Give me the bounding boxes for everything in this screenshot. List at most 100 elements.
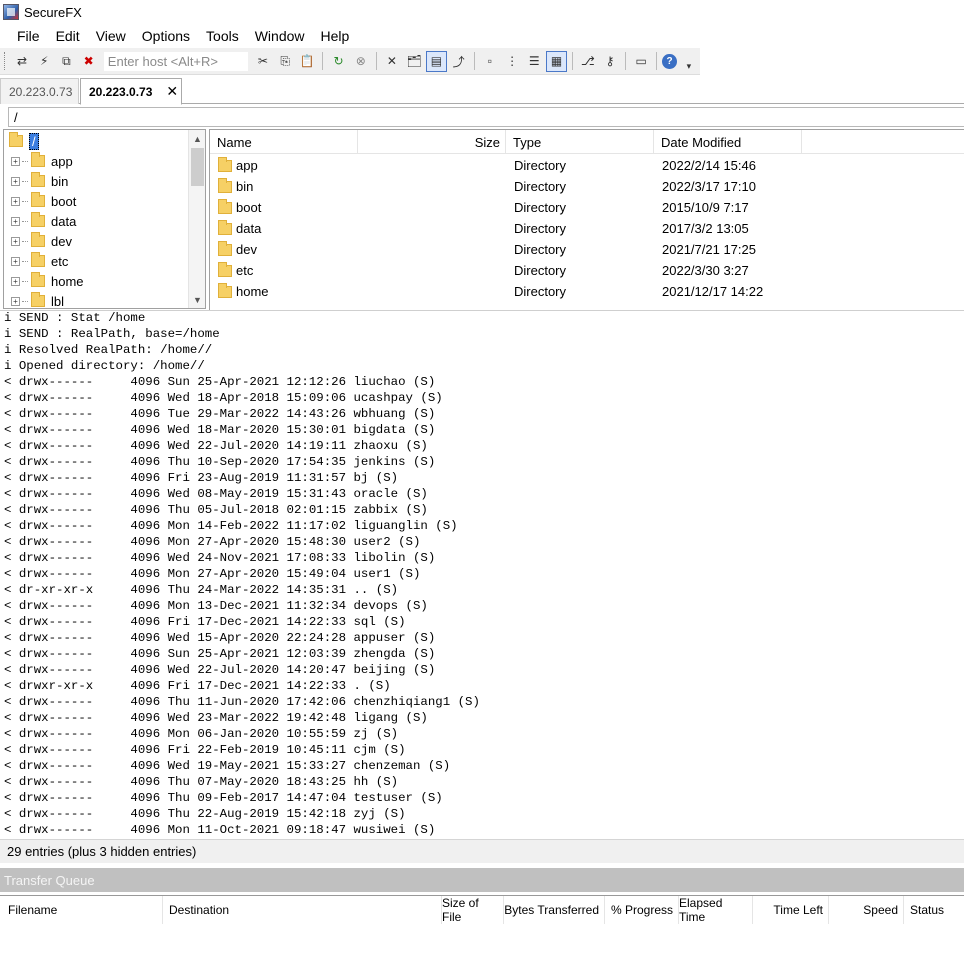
log-line: < drwx------ 4096 Fri 17-Dec-2021 14:22:… [4, 615, 406, 629]
log-line: < drwx------ 4096 Wed 08-May-2019 15:31:… [4, 487, 428, 501]
menu-tools[interactable]: Tools [198, 26, 247, 46]
transfer-queue-icon[interactable]: ▭ [631, 51, 651, 72]
file-row[interactable]: bin Directory 2022/3/17 17:10 [210, 176, 964, 197]
tree-root[interactable]: / [9, 131, 39, 151]
tq-column-filename[interactable]: Filename [0, 896, 163, 924]
tq-column-progress[interactable]: % Progress [605, 896, 679, 924]
expand-icon[interactable]: + [11, 176, 20, 186]
refresh-icon[interactable]: ↻ [328, 51, 348, 72]
expand-icon[interactable]: + [11, 216, 20, 226]
toolbar-overflow-icon[interactable]: ▾ [679, 51, 699, 72]
tq-column-destination[interactable]: Destination [163, 896, 442, 924]
session-tab-2[interactable]: 20.223.0.73 ✕ [80, 78, 182, 105]
help-icon[interactable]: ? [662, 53, 677, 69]
host-input[interactable] [102, 50, 249, 72]
tree-item-dev[interactable]: + dev [4, 231, 72, 251]
file-name: dev [236, 242, 257, 257]
file-row[interactable]: data Directory 2017/3/2 13:05 [210, 218, 964, 239]
properties-icon[interactable]: 🗂 [404, 51, 424, 72]
tree-root-label: / [29, 132, 39, 150]
disconnect-icon[interactable]: ✖ [79, 51, 99, 72]
file-list[interactable]: Name Size Type Date Modified app Director… [209, 129, 964, 310]
tree-item-data[interactable]: + data [4, 211, 76, 231]
tree-item-label: bin [51, 173, 69, 189]
tree-item-label: etc [51, 253, 69, 269]
connect-tab-icon[interactable]: ⧉ [56, 51, 76, 72]
tq-column-bytes[interactable]: Bytes Transferred [504, 896, 605, 924]
folder-icon [218, 240, 232, 256]
large-icons-icon[interactable]: ▫ [480, 51, 500, 72]
tq-column-status[interactable]: Status [904, 896, 964, 924]
column-type[interactable]: Type [506, 130, 654, 154]
tree-connector [22, 200, 28, 202]
up-folder-icon[interactable]: ⤴ [449, 51, 469, 72]
menu-help[interactable]: Help [313, 26, 358, 46]
menu-window[interactable]: Window [247, 26, 313, 46]
menu-options[interactable]: Options [134, 26, 198, 46]
transfer-queue-list[interactable]: Filename Destination Size of File Bytes … [0, 895, 964, 960]
log-line: < drwx------ 4096 Mon 06-Jan-2020 10:55:… [4, 727, 399, 741]
file-row[interactable]: boot Directory 2015/10/9 7:17 [210, 197, 964, 218]
tq-column-elapsed[interactable]: Elapsed Time [679, 896, 753, 924]
stop-icon[interactable]: ⊗ [351, 51, 371, 72]
folder-icon [31, 172, 45, 187]
menu-view[interactable]: View [88, 26, 134, 46]
folder-icon [31, 192, 45, 207]
log-line: < drwx------ 4096 Mon 14-Feb-2022 11:17:… [4, 519, 458, 533]
tq-column-size[interactable]: Size of File [442, 896, 504, 924]
scroll-up-icon[interactable]: ▲ [189, 130, 205, 147]
menu-edit[interactable]: Edit [48, 26, 88, 46]
tree-item-bin[interactable]: + bin [4, 171, 68, 191]
tq-column-speed[interactable]: Speed [829, 896, 904, 924]
quick-connect-icon[interactable]: ⚡ [34, 51, 54, 72]
file-row[interactable]: dev Directory 2021/7/21 17:25 [210, 239, 964, 260]
tree-item-boot[interactable]: + boot [4, 191, 76, 211]
file-row[interactable]: home Directory 2021/12/17 14:22 [210, 281, 964, 302]
file-name: data [236, 221, 262, 236]
file-name: etc [236, 263, 254, 278]
tree-scrollbar[interactable]: ▲ ▼ [188, 130, 205, 308]
file-row[interactable]: app Directory 2022/2/14 15:46 [210, 155, 964, 176]
expand-icon[interactable]: + [11, 276, 20, 286]
small-icons-icon[interactable]: ⋮ [502, 51, 522, 72]
close-icon[interactable]: ✕ [166, 83, 178, 100]
menu-file[interactable]: File [9, 26, 48, 46]
expand-icon[interactable]: + [11, 296, 20, 306]
connect-icon[interactable]: ⇄ [12, 51, 32, 72]
log-line: < drwx------ 4096 Wed 19-May-2021 15:33:… [4, 759, 451, 773]
log-line: < drwx------ 4096 Fri 23-Aug-2019 11:31:… [4, 471, 399, 485]
scroll-down-icon[interactable]: ▼ [189, 291, 205, 308]
view-toggle-icon[interactable]: ▤ [426, 50, 447, 72]
expand-icon[interactable]: + [11, 156, 20, 166]
toolbar-grip[interactable] [4, 52, 7, 70]
file-size [358, 155, 501, 176]
scrollbar-thumb[interactable] [191, 148, 204, 186]
session-log[interactable]: i SEND : Stat /home i SEND : RealPath, ba… [0, 310, 964, 838]
tree-item-app[interactable]: + app [4, 151, 73, 171]
toolbar-separator [473, 52, 475, 70]
expand-icon[interactable]: + [11, 256, 20, 266]
file-row[interactable]: etc Directory 2022/3/30 3:27 [210, 260, 964, 281]
column-date-modified[interactable]: Date Modified [654, 130, 802, 154]
window-title: SecureFX [24, 4, 82, 20]
tq-column-time-left[interactable]: Time Left [753, 896, 829, 924]
expand-icon[interactable]: + [11, 236, 20, 246]
details-view-icon[interactable]: ▦ [546, 50, 567, 72]
sync-icon[interactable]: ⎇ [578, 51, 598, 72]
list-view-icon[interactable]: ☰ [524, 51, 544, 72]
copy-icon[interactable]: ⎘ [275, 51, 295, 72]
paste-icon[interactable]: 📋 [297, 51, 317, 72]
key-icon[interactable]: ⚷ [600, 51, 620, 72]
path-field[interactable]: / [8, 107, 964, 127]
column-size[interactable]: Size [358, 130, 506, 154]
folder-tree[interactable]: / + app + bin + boot + data + dev + etc + home + lbl ▲ … [3, 129, 206, 309]
tree-item-lbl[interactable]: + lbl [4, 291, 64, 308]
tree-item-home[interactable]: + home [4, 271, 84, 291]
tree-item-etc[interactable]: + etc [4, 251, 68, 271]
session-tab-1[interactable]: 20.223.0.73 [0, 78, 79, 104]
cut-icon[interactable]: ✂ [253, 51, 273, 72]
folder-icon [31, 212, 45, 227]
expand-icon[interactable]: + [11, 196, 20, 206]
column-name[interactable]: Name [210, 130, 358, 154]
delete-icon[interactable]: ✕ [382, 51, 402, 72]
